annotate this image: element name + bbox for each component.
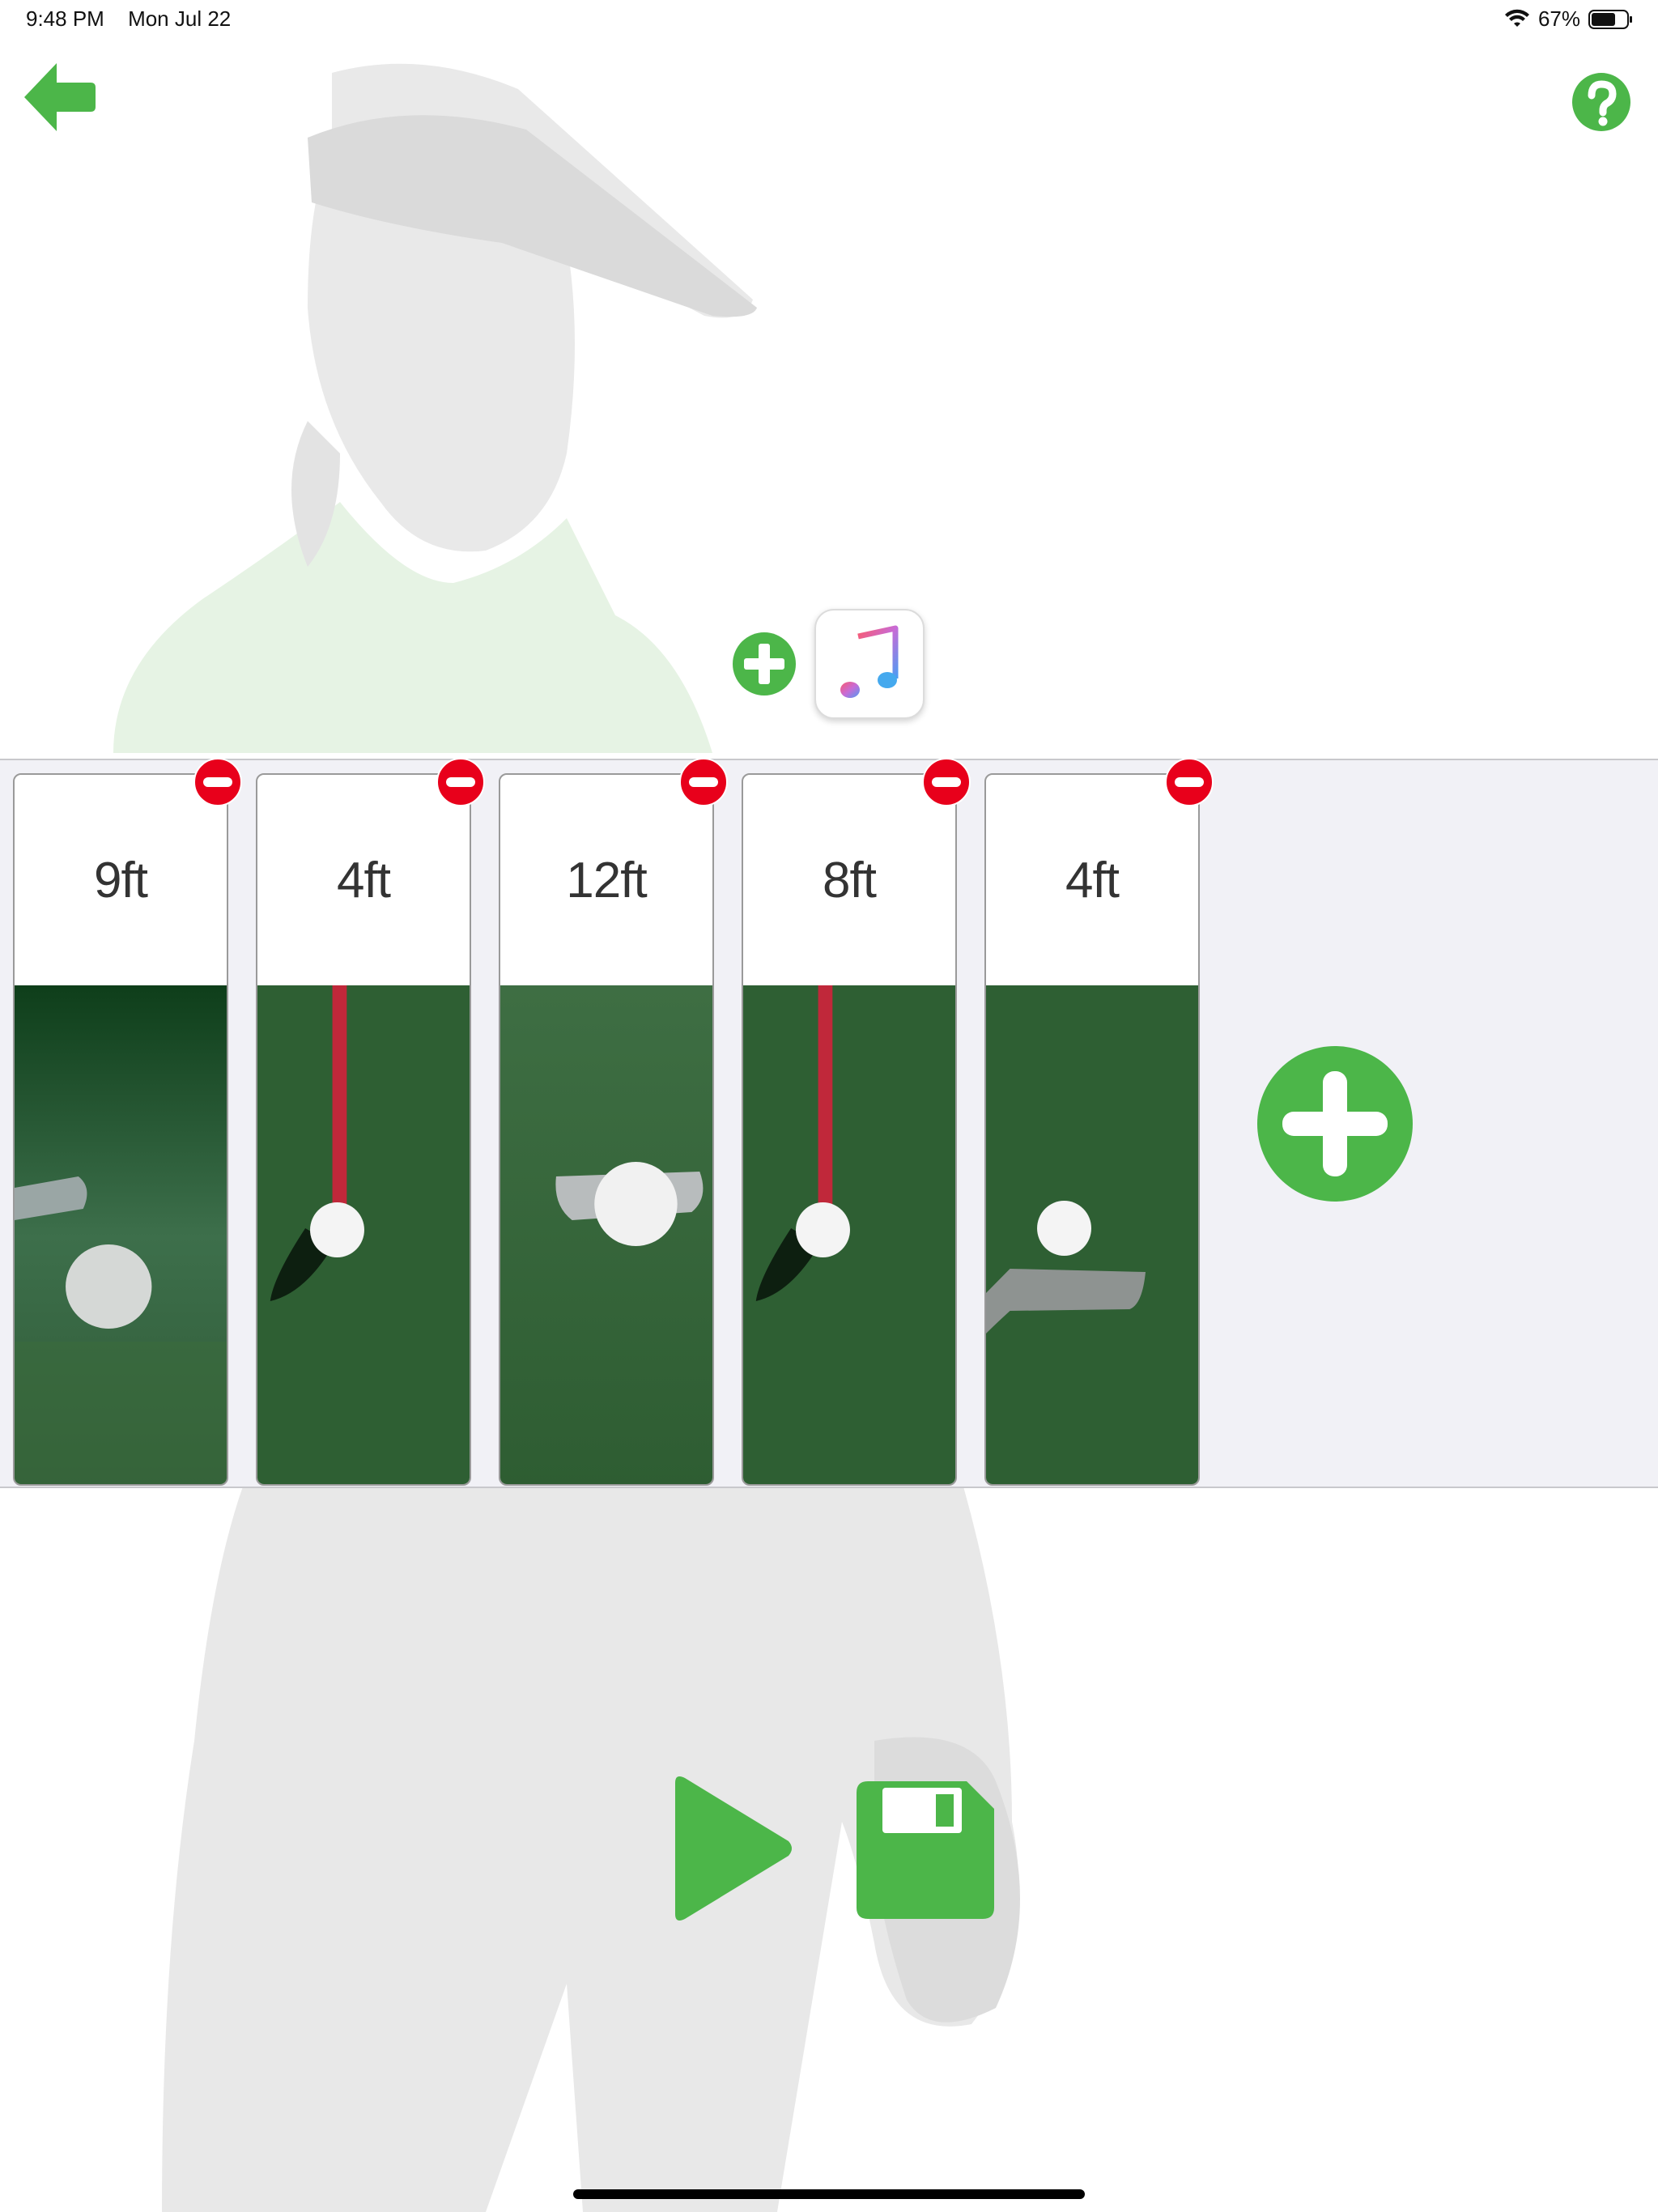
clip-card[interactable]: 4ft [256,773,471,1486]
remove-clip-button[interactable] [678,757,729,807]
clip-card[interactable]: 9ft [13,773,228,1486]
battery-percent: 67% [1537,6,1580,31]
add-clip-button[interactable] [1256,1045,1414,1202]
apple-music-button[interactable] [814,609,925,719]
clip-thumbnail [500,985,712,1484]
clip-card[interactable]: 8ft [742,773,957,1486]
clip-card[interactable]: 4ft [984,773,1200,1486]
wifi-icon [1504,9,1529,27]
home-indicator [573,2189,1085,2199]
clip-strip: 9ft 4ft 12ft 8ft 4ft [0,757,1658,1488]
clip-thumbnail [986,985,1198,1484]
clip-thumbnail [257,985,470,1484]
remove-clip-button[interactable] [436,757,486,807]
play-icon[interactable] [669,1773,795,1924]
remove-clip-button[interactable] [921,757,971,807]
add-music-button[interactable] [732,632,797,696]
question-mark-icon[interactable] [1571,71,1632,133]
clip-thumbnail [15,985,227,1484]
remove-clip-button[interactable] [1164,757,1214,807]
back-arrow-icon[interactable] [24,62,96,133]
status-date: Mon Jul 22 [128,6,232,31]
remove-clip-button[interactable] [193,757,243,807]
floppy-disk-icon[interactable] [857,1781,994,1919]
status-bar: 9:48 PM Mon Jul 22 67% [0,0,1658,39]
apple-music-icon [840,625,899,698]
clip-thumbnail [743,985,955,1484]
status-time: 9:48 PM [26,6,104,31]
battery-icon [1588,9,1632,29]
clip-card[interactable]: 12ft [499,773,714,1486]
